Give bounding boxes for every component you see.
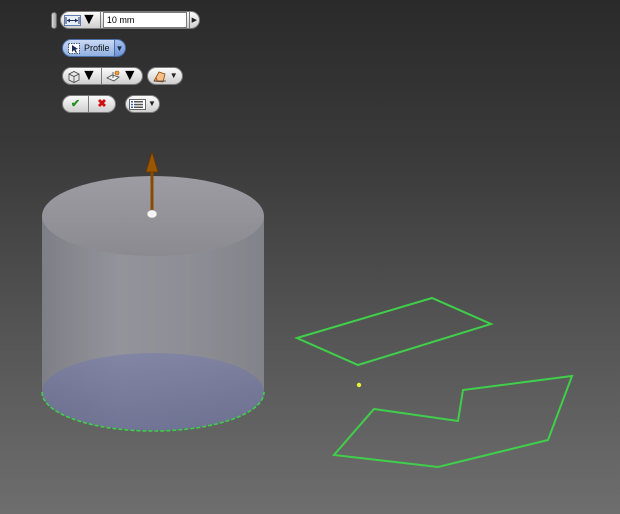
output-button[interactable]: ▼ (62, 67, 102, 85)
distance-icon (64, 14, 81, 26)
extrude-start-icon (105, 70, 120, 81)
profile-row: Profile ▼ (62, 39, 126, 57)
distance-input[interactable] (102, 12, 187, 28)
profile-dropdown-button[interactable]: ▼ (114, 39, 126, 57)
commit-row: ✔ ✖ ▼ (62, 95, 160, 113)
profile-button[interactable]: Profile (62, 39, 115, 57)
output-solid-icon (68, 70, 80, 83)
cancel-button[interactable]: ✖ (89, 95, 116, 113)
profile-select-icon (68, 42, 80, 54)
chevron-down-icon: ▼ (169, 71, 178, 80)
chevron-down-icon: ▼ (81, 11, 97, 28)
chevron-down-icon: ▼ (115, 43, 124, 53)
triangle-right-icon: ▶ (191, 17, 198, 24)
chevron-down-icon: ▼ (121, 67, 138, 84)
taper-button[interactable]: ▼ (146, 67, 183, 85)
distance-flyout-button[interactable]: ▶ (189, 11, 200, 29)
distance-row: ▼ ▶ (60, 11, 200, 29)
distance-input-wrap (100, 11, 190, 29)
sketch-point[interactable] (356, 382, 362, 388)
options-row: ▼ ▼ ▼ (62, 67, 183, 85)
sketch-polygon[interactable] (332, 374, 574, 469)
distance-type-button[interactable]: ▼ (60, 11, 101, 29)
check-icon: ✔ (70, 97, 81, 110)
x-icon: ✖ (97, 97, 107, 110)
profile-label: Profile (84, 43, 110, 53)
ok-button[interactable]: ✔ (62, 95, 89, 113)
toolbar-grip-handle[interactable] (51, 12, 57, 29)
extrude-arrow-head[interactable] (145, 150, 159, 173)
options-menu-button[interactable]: ▼ (125, 95, 160, 113)
sketch-parallelogram[interactable] (294, 296, 494, 367)
graphics-viewport[interactable]: ▼ ▶ Profile ▼ (0, 0, 620, 514)
taper-icon (153, 71, 166, 82)
start-button[interactable]: ▼ (101, 67, 143, 85)
chevron-down-icon: ▼ (148, 99, 156, 108)
chevron-down-icon: ▼ (81, 67, 97, 84)
manipulator-sphere[interactable] (146, 209, 158, 219)
options-menu-icon (129, 98, 146, 110)
